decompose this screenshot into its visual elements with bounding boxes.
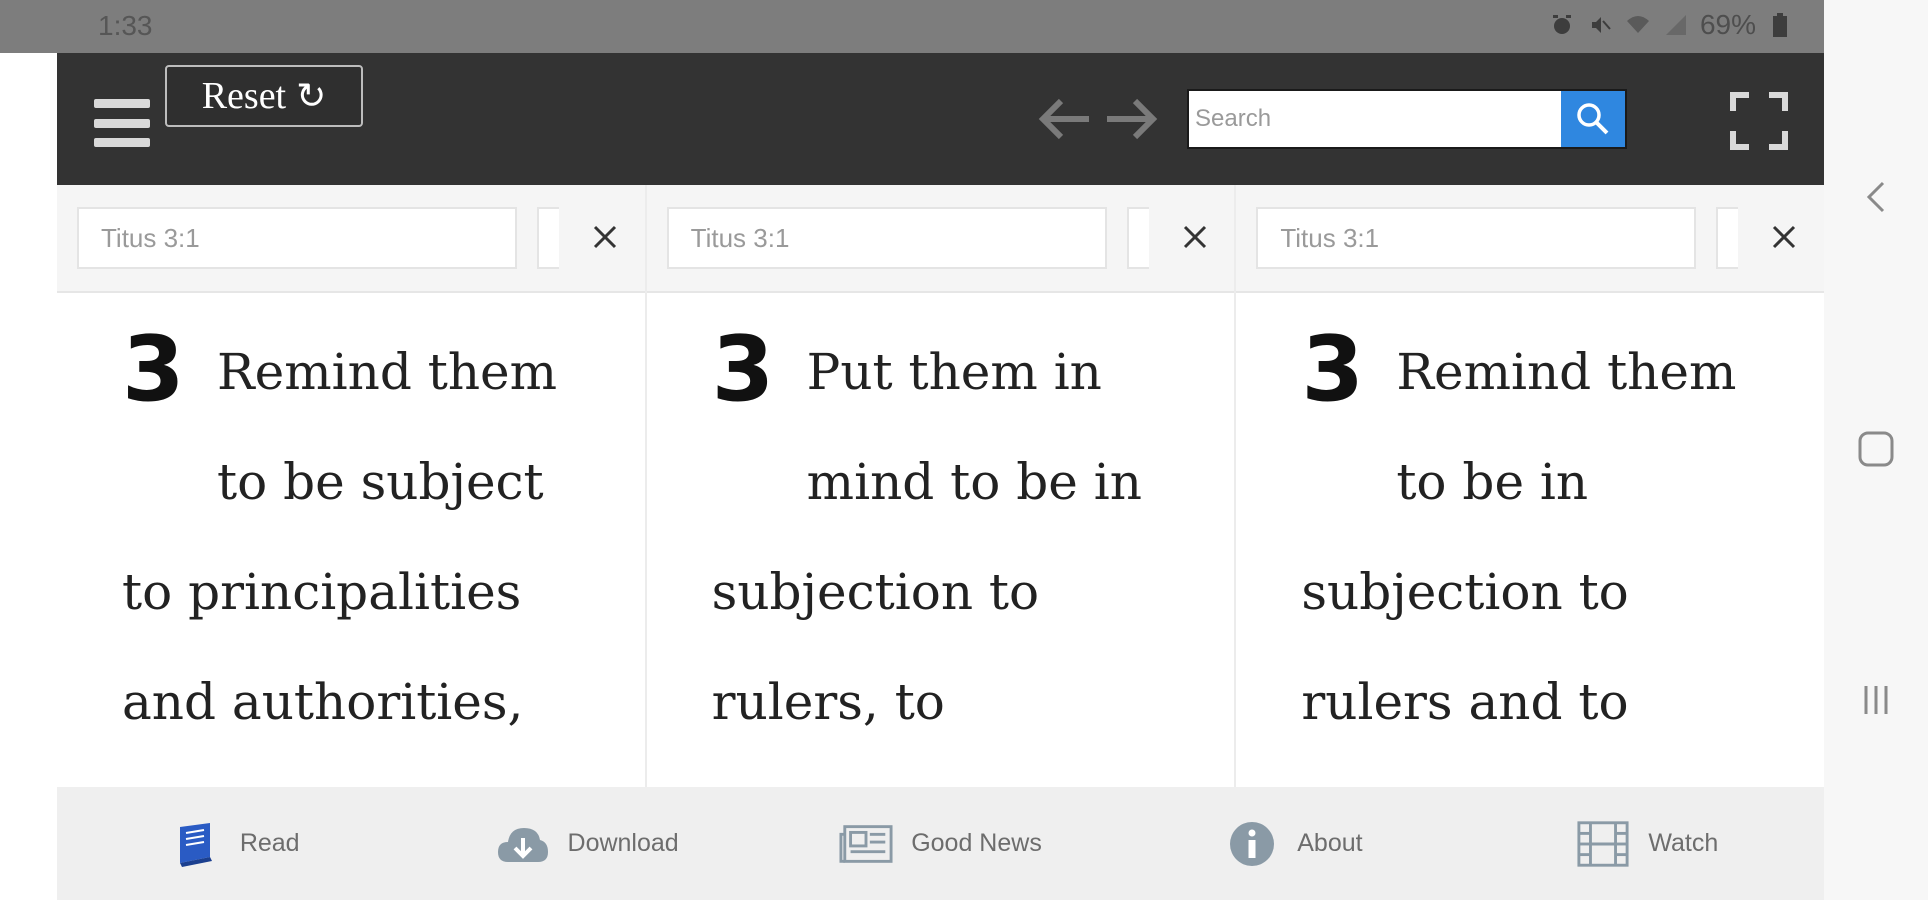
verse-line: subjection to — [711, 563, 1040, 621]
verse-text: 3 Remind them to be in subjection to rule… — [1301, 317, 1804, 757]
system-nav-bar — [1824, 0, 1928, 900]
left-gutter — [0, 53, 57, 900]
close-icon[interactable] — [1762, 215, 1806, 259]
verse-text: 3 Remind them to be subject to principali… — [122, 317, 625, 757]
nav-good-news[interactable]: Good News — [764, 787, 1117, 900]
parallel-columns: 3 Remind them to be subject to principali… — [57, 185, 1825, 787]
arrow-right-icon[interactable] — [1101, 89, 1161, 149]
alarm-icon — [1548, 11, 1576, 39]
menu-icon[interactable] — [94, 99, 150, 147]
film-icon — [1576, 817, 1630, 871]
verse-line: to be subject — [217, 453, 544, 511]
system-recents-icon[interactable] — [1824, 660, 1928, 740]
status-time: 1:33 — [98, 10, 153, 41]
nav-watch[interactable]: Watch — [1471, 787, 1824, 900]
battery-icon — [1766, 11, 1794, 39]
nav-label: Download — [567, 829, 679, 857]
bible-column-2: 3 Put them in mind to be in subjection to… — [646, 185, 1237, 787]
mute-icon — [1586, 11, 1614, 39]
info-icon — [1225, 817, 1279, 871]
nav-label: Watch — [1648, 829, 1719, 857]
fullscreen-icon[interactable] — [1729, 91, 1789, 151]
version-selector[interactable] — [1126, 207, 1149, 269]
verse-line: to be in — [1396, 453, 1589, 511]
verse-line: Put them in — [806, 343, 1102, 401]
version-selector[interactable] — [1716, 207, 1739, 269]
verse-line: to principalities — [122, 563, 522, 621]
verse-line: mind to be in — [806, 453, 1142, 511]
cloud-download-icon — [496, 817, 550, 871]
chapter-number: 3 — [1301, 317, 1364, 422]
bible-column-3: 3 Remind them to be in subjection to rule… — [1236, 185, 1825, 787]
reset-label: Reset — [201, 75, 287, 117]
nav-download[interactable]: Download — [410, 787, 763, 900]
nav-label: Read — [239, 829, 300, 857]
book-icon — [168, 817, 222, 871]
system-back-icon[interactable] — [1824, 157, 1928, 237]
chapter-number: 3 — [122, 317, 185, 422]
close-icon[interactable] — [583, 215, 627, 259]
battery-text: 69% — [1699, 9, 1756, 40]
verse-line: subjection to — [1301, 563, 1629, 621]
nav-about[interactable]: About — [1117, 787, 1470, 900]
close-icon[interactable] — [1173, 215, 1217, 259]
verse-text: 3 Put them in mind to be in subjection to… — [712, 317, 1215, 757]
verse-line: Remind them — [217, 343, 558, 401]
reset-button[interactable]: Reset ↻ — [165, 65, 363, 127]
signal-icon — [1662, 11, 1690, 39]
nav-label: Good News — [911, 829, 1042, 857]
nav-read[interactable]: Read — [57, 787, 410, 900]
column-header — [57, 185, 645, 293]
system-home-icon[interactable] — [1824, 409, 1928, 489]
verse-line: rulers and to — [1301, 673, 1629, 731]
reference-input[interactable] — [77, 207, 517, 269]
column-header — [1236, 185, 1825, 293]
search-icon — [1577, 103, 1609, 135]
verse-line: and authorities, — [122, 673, 524, 731]
search-box — [1187, 89, 1627, 149]
app-toolbar: Reset ↻ — [57, 53, 1824, 185]
newspaper-icon — [839, 817, 893, 871]
status-icons: 69% — [1548, 9, 1794, 41]
status-bar: 1:33 69% — [0, 0, 1824, 53]
bible-column-1: 3 Remind them to be subject to principali… — [57, 185, 647, 787]
nav-label: About — [1297, 829, 1363, 857]
verse-line: Remind them — [1396, 343, 1737, 401]
chapter-number: 3 — [711, 317, 775, 422]
verse-line: rulers, to — [711, 673, 945, 731]
wifi-icon — [1624, 11, 1652, 39]
reference-input[interactable] — [1256, 207, 1697, 269]
arrow-left-icon[interactable] — [1035, 89, 1095, 149]
bottom-nav: Read Download Good News About Watch — [57, 787, 1824, 900]
version-selector[interactable] — [537, 207, 559, 269]
refresh-icon: ↻ — [296, 76, 327, 116]
search-button[interactable] — [1561, 91, 1625, 147]
column-header — [646, 185, 1235, 293]
search-input[interactable] — [1189, 91, 1561, 147]
reference-input[interactable] — [666, 207, 1107, 269]
